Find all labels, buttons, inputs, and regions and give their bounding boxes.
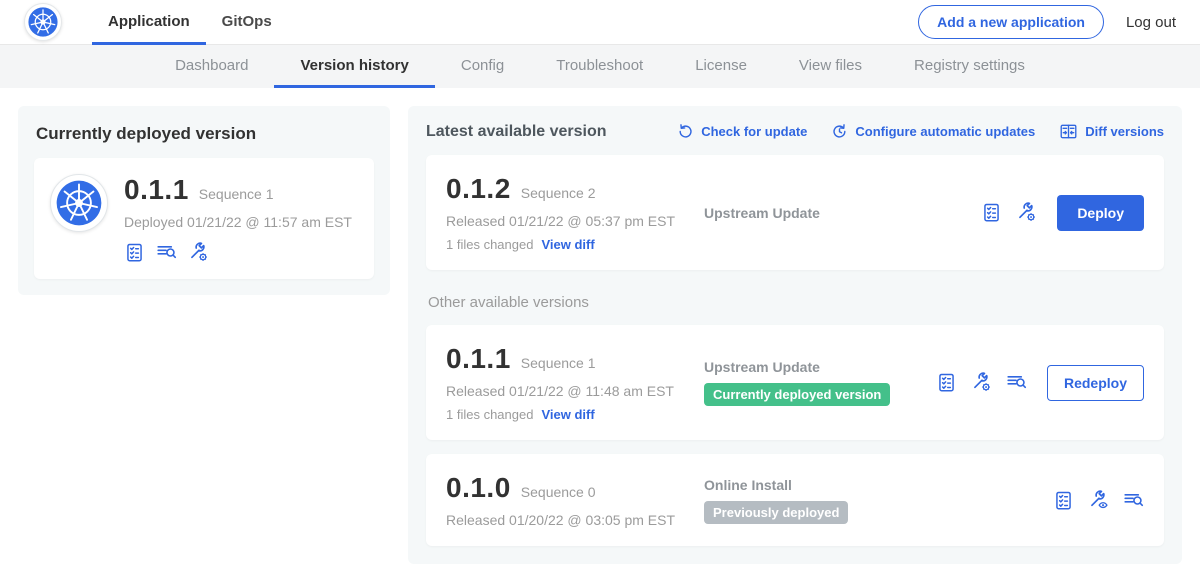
kubernetes-logo	[24, 3, 62, 41]
other-versions-title: Other available versions	[428, 294, 1164, 311]
currently-deployed-panel: Currently deployed version 0.1.1 Sequenc…	[18, 106, 390, 295]
config-wrench-gear-icon[interactable]	[188, 242, 209, 263]
logout-button[interactable]: Log out	[1126, 14, 1176, 31]
check-for-update-label: Check for update	[701, 124, 807, 139]
files-changed-label: 1 files changed	[446, 407, 533, 422]
previously-deployed-badge: Previously deployed	[704, 501, 848, 524]
version-card-middle: Upstream Update	[704, 205, 981, 221]
latest-version-title: Latest available version	[426, 123, 607, 141]
version-card-0-1-0: 0.1.0 Sequence 0 Released 01/20/22 @ 03:…	[426, 454, 1164, 546]
update-actions: Check for update Configure automatic upd…	[677, 122, 1164, 141]
version-card-actions	[1053, 490, 1144, 511]
version-card-middle: Upstream Update Currently deployed versi…	[704, 359, 936, 406]
preflight-checklist-icon[interactable]	[936, 372, 957, 393]
preflight-checklist-icon[interactable]	[981, 202, 1002, 223]
redeploy-button[interactable]: Redeploy	[1047, 365, 1144, 401]
version-number: 0.1.1	[446, 343, 511, 375]
files-changed-label: 1 files changed	[446, 237, 533, 252]
deploy-logs-icon[interactable]	[1123, 490, 1144, 511]
version-row: 0.1.1 Sequence 1	[446, 343, 704, 375]
app-tabbar: Dashboard Version history Config Trouble…	[0, 45, 1200, 88]
auto-update-clock-icon	[831, 123, 848, 140]
version-card-left: 0.1.0 Sequence 0 Released 01/20/22 @ 03:…	[446, 472, 704, 528]
deployed-card-body: 0.1.1 Sequence 1 Deployed 01/21/22 @ 11:…	[124, 174, 352, 263]
nav-application-label: Application	[108, 13, 190, 30]
deployed-version-number: 0.1.1	[124, 174, 189, 206]
sequence-label: Sequence 0	[521, 484, 596, 500]
view-diff-link[interactable]: View diff	[541, 237, 594, 252]
preflight-checklist-icon[interactable]	[1053, 490, 1074, 511]
deployed-version-row: 0.1.1 Sequence 1	[124, 174, 352, 206]
version-source-label: Upstream Update	[704, 205, 981, 221]
version-number: 0.1.2	[446, 173, 511, 205]
deployed-version-card: 0.1.1 Sequence 1 Deployed 01/21/22 @ 11:…	[34, 158, 374, 279]
version-row: 0.1.2 Sequence 2	[446, 173, 704, 205]
files-changed-row: 1 files changed View diff	[446, 407, 704, 422]
nav-gitops-label: GitOps	[222, 13, 272, 30]
version-source-label: Upstream Update	[704, 359, 936, 375]
deployed-icon-row	[124, 242, 352, 263]
version-source-label: Online Install	[704, 477, 1053, 493]
deployed-timestamp: Deployed 01/21/22 @ 11:57 am EST	[124, 214, 352, 230]
tab-version-history[interactable]: Version history	[274, 45, 434, 88]
tab-config[interactable]: Config	[435, 45, 530, 88]
refresh-arrow-icon	[677, 123, 694, 140]
tab-registry-settings[interactable]: Registry settings	[888, 45, 1051, 88]
latest-version-header: Latest available version Check for updat…	[426, 122, 1164, 141]
tab-view-files[interactable]: View files	[773, 45, 888, 88]
config-wrench-gear-icon[interactable]	[1016, 202, 1037, 223]
version-history-panel: Latest available version Check for updat…	[408, 106, 1182, 564]
deploy-logs-icon[interactable]	[156, 242, 177, 263]
app-header: Application GitOps Add a new application…	[0, 0, 1200, 45]
main-content: Currently deployed version 0.1.1 Sequenc…	[0, 88, 1200, 564]
version-card-actions: Redeploy	[936, 365, 1144, 401]
sequence-label: Sequence 1	[521, 355, 596, 371]
deploy-logs-icon[interactable]	[1006, 372, 1027, 393]
deployed-sequence-label: Sequence 1	[199, 186, 274, 202]
currently-deployed-badge: Currently deployed version	[704, 383, 890, 406]
kubernetes-helm-icon	[28, 7, 58, 37]
nav-item-application[interactable]: Application	[92, 0, 206, 45]
deployed-panel-title: Currently deployed version	[36, 124, 374, 144]
version-row: 0.1.0 Sequence 0	[446, 472, 704, 504]
deploy-button[interactable]: Deploy	[1057, 195, 1144, 231]
diff-versions-link[interactable]: Diff versions	[1059, 122, 1164, 141]
version-card-left: 0.1.1 Sequence 1 Released 01/21/22 @ 11:…	[446, 343, 704, 422]
version-card-0-1-2: 0.1.2 Sequence 2 Released 01/21/22 @ 05:…	[426, 155, 1164, 270]
tab-license[interactable]: License	[669, 45, 773, 88]
version-card-middle: Online Install Previously deployed	[704, 477, 1053, 524]
config-wrench-gear-icon[interactable]	[971, 372, 992, 393]
released-timestamp: Released 01/21/22 @ 11:48 am EST	[446, 383, 704, 399]
kubernetes-helm-icon	[56, 180, 102, 226]
released-timestamp: Released 01/21/22 @ 05:37 pm EST	[446, 213, 704, 229]
check-for-update-link[interactable]: Check for update	[677, 123, 807, 140]
nav-item-gitops[interactable]: GitOps	[206, 0, 288, 45]
configure-automatic-updates-link[interactable]: Configure automatic updates	[831, 123, 1035, 140]
view-diff-link[interactable]: View diff	[541, 407, 594, 422]
preflight-checklist-icon[interactable]	[124, 242, 145, 263]
sequence-label: Sequence 2	[521, 185, 596, 201]
diff-versions-label: Diff versions	[1085, 124, 1164, 139]
header-spacer	[288, 0, 918, 44]
tab-troubleshoot[interactable]: Troubleshoot	[530, 45, 669, 88]
version-card-left: 0.1.2 Sequence 2 Released 01/21/22 @ 05:…	[446, 173, 704, 252]
files-changed-row: 1 files changed View diff	[446, 237, 704, 252]
version-card-actions: Deploy	[981, 195, 1144, 231]
tab-dashboard[interactable]: Dashboard	[149, 45, 274, 88]
released-timestamp: Released 01/20/22 @ 03:05 pm EST	[446, 512, 704, 528]
config-wrench-eye-icon[interactable]	[1088, 490, 1109, 511]
app-logo	[50, 174, 108, 232]
add-new-application-button[interactable]: Add a new application	[918, 5, 1104, 39]
version-number: 0.1.0	[446, 472, 511, 504]
version-card-0-1-1: 0.1.1 Sequence 1 Released 01/21/22 @ 11:…	[426, 325, 1164, 440]
diff-columns-icon	[1059, 122, 1078, 141]
configure-automatic-updates-label: Configure automatic updates	[855, 124, 1035, 139]
